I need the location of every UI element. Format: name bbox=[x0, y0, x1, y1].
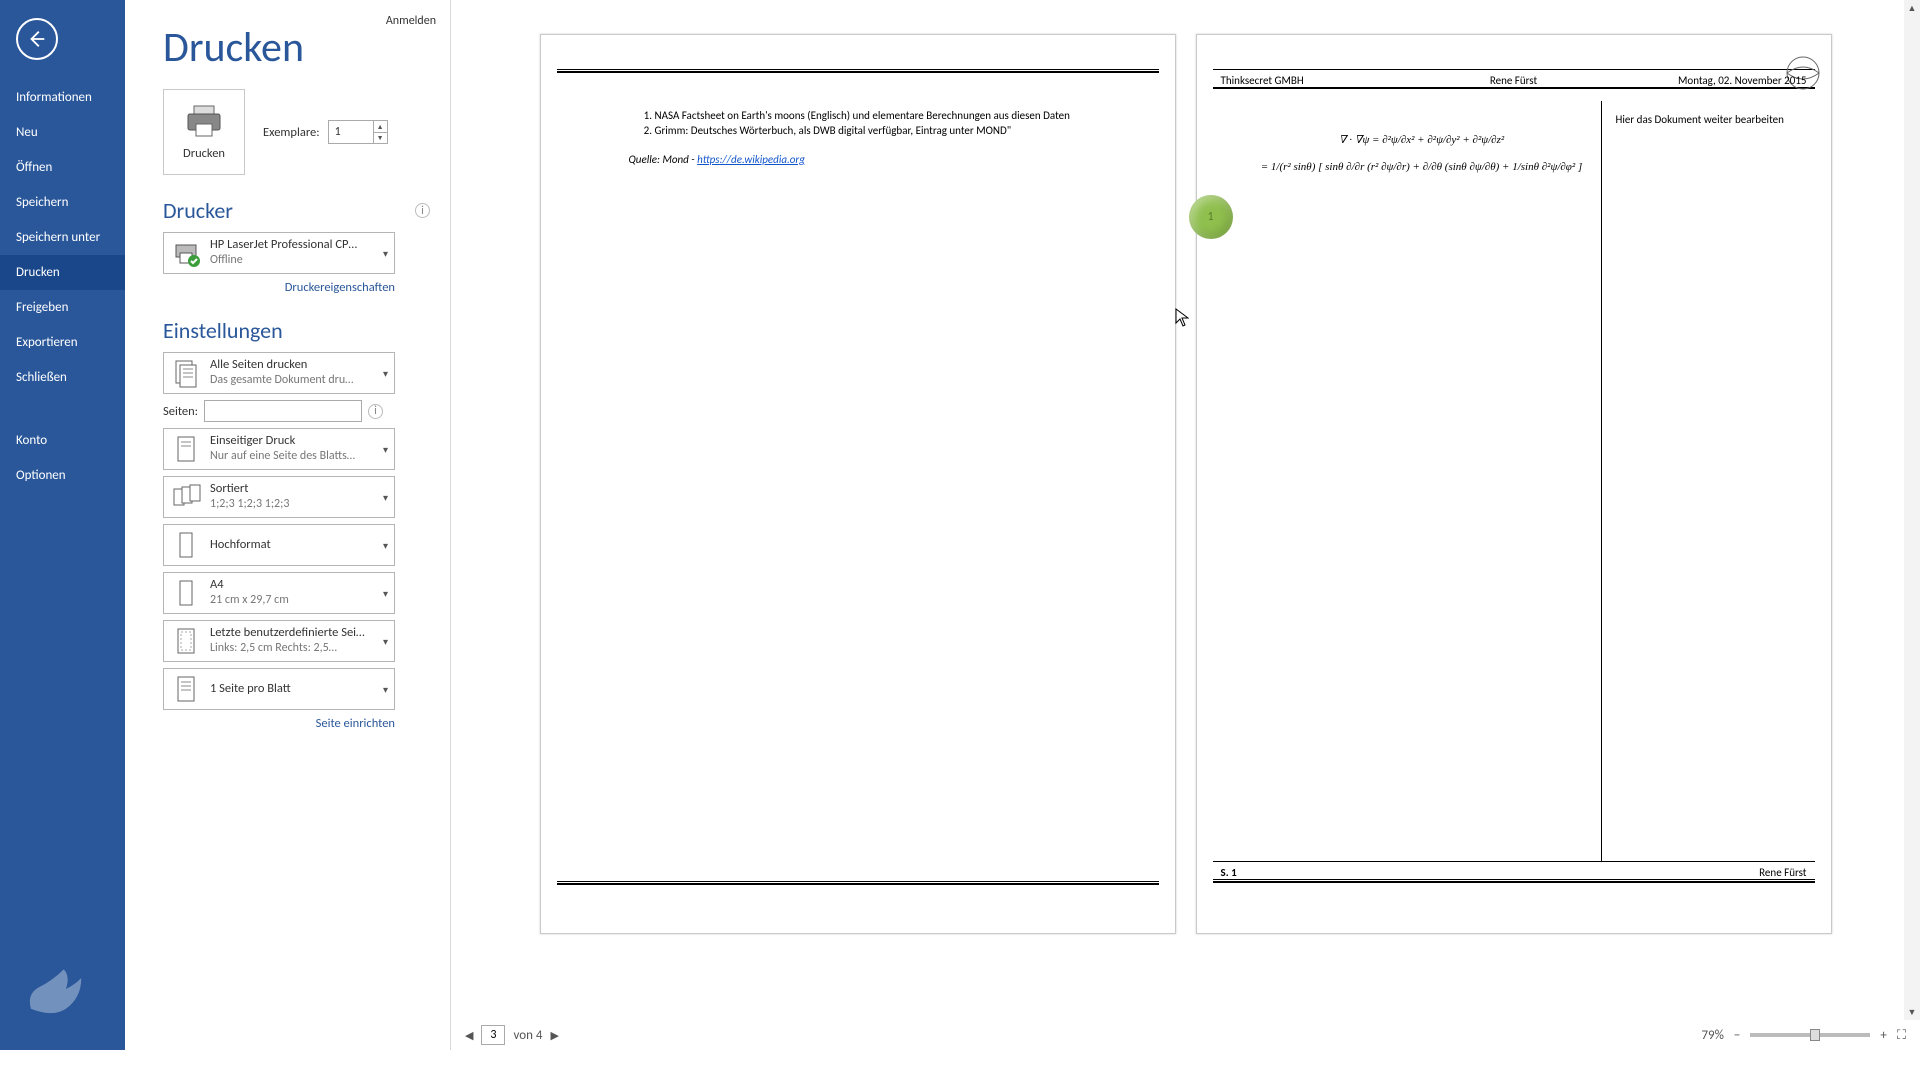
bird-logo-icon bbox=[20, 954, 90, 1024]
sidebar-item-schliessen[interactable]: Schließen bbox=[0, 360, 125, 395]
page-setup-link[interactable]: Seite einrichten bbox=[163, 716, 395, 731]
print-settings-panel: Anmelden Drucken Drucken Exemplare: 1 ▲ … bbox=[125, 0, 450, 1050]
printer-selector[interactable]: HP LaserJet Professional CP… Offline ▾ bbox=[163, 232, 395, 274]
pages-row: Seiten: i bbox=[163, 400, 430, 422]
list-item: NASA Factsheet on Earth's moons (Englisc… bbox=[655, 109, 1070, 122]
preview-canvas: NASA Factsheet on Earth's moons (Englisc… bbox=[451, 0, 1920, 1020]
copies-block: Exemplare: 1 ▲ ▼ bbox=[263, 120, 388, 144]
settings-section-heading: Einstellungen bbox=[163, 317, 430, 344]
printer-icon bbox=[184, 104, 224, 138]
sidebar-item-informationen[interactable]: Informationen bbox=[0, 80, 125, 115]
source-link: https://de.wikipedia.org bbox=[697, 153, 805, 166]
printer-properties-link[interactable]: Druckereigenschaften bbox=[163, 280, 395, 295]
margins-selector[interactable]: Letzte benutzerdefinierte Sei… Links: 2,… bbox=[163, 620, 395, 662]
pages-icon bbox=[170, 357, 202, 389]
chevron-down-icon: ▾ bbox=[383, 539, 388, 552]
sidebar-item-exportieren[interactable]: Exportieren bbox=[0, 325, 125, 360]
spin-up-icon[interactable]: ▲ bbox=[373, 121, 387, 133]
doc-header-company: Thinksecret GMBH bbox=[1221, 74, 1416, 87]
reference-bubble: 1 bbox=[1189, 195, 1233, 239]
preview-footer-bar: ◀ von 4 ▶ 79% − + ⛶ bbox=[451, 1020, 1920, 1050]
source-label: Quelle: Mond - bbox=[629, 153, 698, 166]
zoom-value: 79% bbox=[1701, 1028, 1723, 1043]
info-icon[interactable]: i bbox=[368, 404, 383, 419]
next-page-icon[interactable]: ▶ bbox=[550, 1029, 558, 1042]
zoom-in-icon[interactable]: + bbox=[1880, 1028, 1886, 1043]
doc-header-author: Rene Fürst bbox=[1416, 74, 1611, 87]
chevron-down-icon: ▾ bbox=[383, 635, 388, 648]
pages-label: Seiten: bbox=[163, 404, 198, 419]
printer-status: Offline bbox=[210, 253, 357, 269]
printer-section-heading: Drucker i bbox=[163, 197, 430, 224]
copies-spinner[interactable]: ▲ ▼ bbox=[373, 121, 387, 143]
zoom-slider[interactable] bbox=[1750, 1033, 1870, 1037]
sidebar-item-konto[interactable]: Konto bbox=[0, 423, 125, 458]
printer-name: HP LaserJet Professional CP… bbox=[210, 237, 357, 253]
doc-header-date: Montag, 02. November 2015 bbox=[1611, 74, 1806, 87]
chevron-down-icon: ▾ bbox=[383, 367, 388, 380]
current-page-input[interactable] bbox=[481, 1025, 505, 1045]
preview-scrollbar[interactable]: ▲ ▼ bbox=[1904, 0, 1920, 1020]
print-button[interactable]: Drucken bbox=[163, 89, 245, 175]
sidebar-item-drucken[interactable]: Drucken bbox=[0, 255, 125, 290]
equation-2: = 1/(r² sinθ) [ sinθ ∂/∂r (r² ∂ψ/∂r) + ∂… bbox=[1253, 158, 1591, 177]
print-preview-pane: NASA Factsheet on Earth's moons (Englisc… bbox=[450, 0, 1920, 1050]
comment-text: Hier das Dokument weiter bearbeiten bbox=[1616, 113, 1784, 126]
spin-down-icon[interactable]: ▼ bbox=[373, 133, 387, 144]
mouse-cursor-icon bbox=[1175, 308, 1189, 328]
one-per-sheet-icon bbox=[170, 673, 202, 705]
pages-input[interactable] bbox=[204, 400, 362, 422]
signin-link[interactable]: Anmelden bbox=[386, 14, 436, 28]
print-button-label: Drucken bbox=[183, 146, 225, 161]
page-title: Drucken bbox=[163, 22, 430, 73]
moon-logo-icon bbox=[1783, 53, 1823, 93]
back-button[interactable] bbox=[16, 18, 58, 60]
paper-icon bbox=[170, 577, 202, 609]
collate-icon bbox=[170, 481, 202, 513]
duplex-selector[interactable]: Einseitiger Druck Nur auf eine Seite des… bbox=[163, 428, 395, 470]
doc-footer-author: Rene Fürst bbox=[1514, 866, 1807, 879]
paper-size-selector[interactable]: A4 21 cm x 29,7 cm ▾ bbox=[163, 572, 395, 614]
sidebar-item-speichern[interactable]: Speichern bbox=[0, 185, 125, 220]
print-action-row: Drucken Exemplare: 1 ▲ ▼ bbox=[163, 89, 430, 175]
zoom-out-icon[interactable]: − bbox=[1734, 1028, 1740, 1043]
collate-selector[interactable]: Sortiert 1;2;3 1;2;3 1;2;3 ▾ bbox=[163, 476, 395, 518]
sidebar-item-neu[interactable]: Neu bbox=[0, 115, 125, 150]
sidebar-item-oeffnen[interactable]: Öffnen bbox=[0, 150, 125, 185]
pages-per-sheet-selector[interactable]: 1 Seite pro Blatt ▾ bbox=[163, 668, 395, 710]
backstage-sidebar: Informationen Neu Öffnen Speichern Speic… bbox=[0, 0, 125, 1050]
scroll-up-icon[interactable]: ▲ bbox=[1904, 0, 1920, 16]
chevron-down-icon: ▾ bbox=[383, 443, 388, 456]
zoom-thumb[interactable] bbox=[1810, 1029, 1820, 1041]
preview-page-left: NASA Factsheet on Earth's moons (Englisc… bbox=[540, 34, 1176, 934]
portrait-icon bbox=[170, 529, 202, 561]
sidebar-item-optionen[interactable]: Optionen bbox=[0, 458, 125, 493]
fit-to-window-icon[interactable]: ⛶ bbox=[1897, 1028, 1906, 1043]
sidebar-item-speichern-unter[interactable]: Speichern unter bbox=[0, 220, 125, 255]
info-icon[interactable]: i bbox=[415, 203, 430, 218]
equation-1: ∇ · ∇ψ = ∂²ψ/∂x² + ∂²ψ/∂y² + ∂²ψ/∂z² bbox=[1253, 131, 1591, 150]
chevron-down-icon: ▾ bbox=[383, 587, 388, 600]
copies-input[interactable]: 1 ▲ ▼ bbox=[328, 120, 388, 144]
list-item: Grimm: Deutsches Wörterbuch, als DWB dig… bbox=[655, 124, 1012, 137]
chevron-down-icon: ▾ bbox=[383, 491, 388, 504]
copies-label: Exemplare: bbox=[263, 125, 320, 140]
of-pages-label: von 4 bbox=[513, 1028, 542, 1043]
single-side-icon bbox=[170, 433, 202, 465]
prev-page-icon[interactable]: ◀ bbox=[465, 1029, 473, 1042]
sidebar-item-freigeben[interactable]: Freigeben bbox=[0, 290, 125, 325]
orientation-selector[interactable]: Hochformat ▾ bbox=[163, 524, 395, 566]
preview-page-right: Thinksecret GMBH Rene Fürst Montag, 02. … bbox=[1196, 34, 1832, 934]
doc-footer-page: S. 1 bbox=[1221, 866, 1514, 879]
print-what-selector[interactable]: Alle Seiten drucken Das gesamte Dokument… bbox=[163, 352, 395, 394]
backstage: Informationen Neu Öffnen Speichern Speic… bbox=[0, 0, 1920, 1050]
margins-icon bbox=[170, 625, 202, 657]
chevron-down-icon: ▾ bbox=[383, 247, 388, 260]
chevron-down-icon: ▾ bbox=[383, 683, 388, 696]
scroll-down-icon[interactable]: ▼ bbox=[1904, 1004, 1920, 1020]
printer-status-icon bbox=[170, 237, 202, 269]
